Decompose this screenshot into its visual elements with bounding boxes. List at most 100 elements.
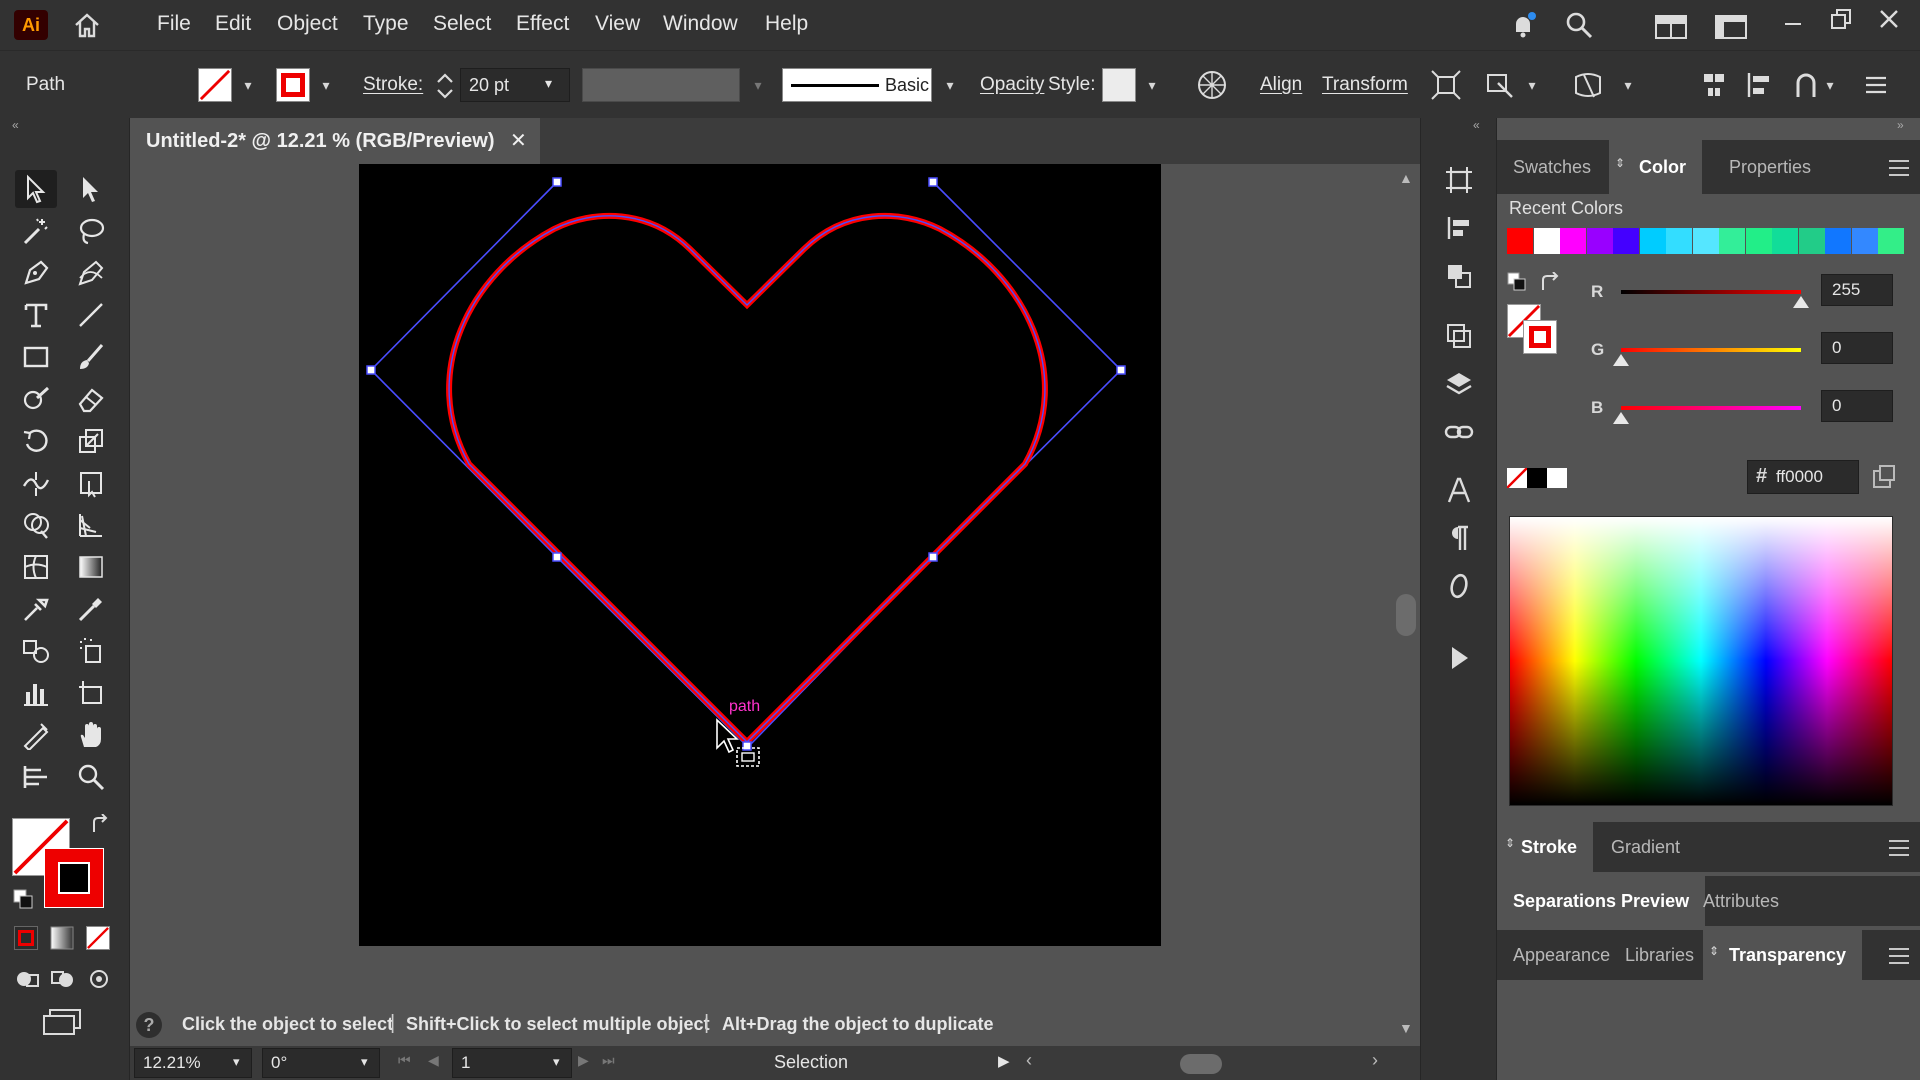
curvature-tool-icon[interactable] (70, 254, 112, 292)
select-similar-icon[interactable] (1430, 69, 1462, 101)
r-slider-thumb[interactable] (1793, 296, 1809, 308)
layers-panel-icon[interactable] (1434, 362, 1484, 406)
next-artboard-icon[interactable]: ▶ (578, 1052, 589, 1069)
align-objects-icon[interactable] (1698, 69, 1730, 101)
fill-swatch[interactable] (198, 68, 232, 102)
menu-view[interactable]: View (595, 0, 640, 50)
anchor-point[interactable] (552, 552, 562, 562)
recent-color-swatch[interactable] (1745, 228, 1772, 254)
tab-separations-preview[interactable]: Separations Preview (1497, 876, 1706, 926)
g-slider-thumb[interactable] (1613, 354, 1629, 366)
first-artboard-icon[interactable]: ⏮ (398, 1052, 411, 1069)
envelope-distort-icon[interactable] (1572, 69, 1604, 101)
panel-menu-icon[interactable] (1889, 948, 1909, 964)
black-swatch[interactable] (1527, 468, 1547, 488)
recolor-artwork-icon[interactable] (1196, 69, 1228, 101)
draw-inside-icon[interactable] (86, 968, 112, 990)
pathfinder-panel-icon[interactable] (1434, 254, 1484, 298)
stroke-stepper-icon[interactable] (432, 69, 458, 103)
isolate-object-icon[interactable] (1484, 69, 1516, 101)
recent-color-swatch[interactable] (1851, 228, 1878, 254)
column-graph-tool-icon[interactable] (15, 674, 57, 712)
status-menu-icon[interactable]: ▶ (998, 1052, 1010, 1070)
artboards-panel-icon[interactable] (1434, 158, 1484, 202)
panel-menu-icon[interactable] (1889, 840, 1909, 856)
tab-attributes[interactable]: Attributes (1687, 876, 1795, 926)
gradient-mode-icon[interactable] (50, 926, 74, 950)
artboard-tool-icon[interactable] (70, 674, 112, 712)
scroll-up-icon[interactable]: ▲ (1399, 170, 1413, 186)
tab-swatches[interactable]: Swatches (1497, 140, 1607, 194)
align-panel-icon[interactable] (1434, 206, 1484, 250)
hand-tool-icon[interactable] (70, 716, 112, 754)
graphic-style-swatch[interactable] (1102, 68, 1136, 102)
recent-color-swatch[interactable] (1639, 228, 1666, 254)
free-transform-tool-icon[interactable] (70, 464, 112, 502)
recent-color-swatch[interactable] (1692, 228, 1719, 254)
character-panel-icon[interactable] (1434, 468, 1484, 512)
default-fill-stroke-icon[interactable] (12, 888, 34, 910)
shape-builder-tool-icon[interactable] (15, 506, 57, 544)
recent-color-swatch[interactable] (1560, 228, 1586, 254)
chevron-down-icon[interactable]: ▾ (233, 1054, 240, 1070)
menu-window[interactable]: Window (663, 0, 738, 50)
swap-colors-icon[interactable] (1539, 271, 1561, 292)
panel-menu-icon[interactable] (1889, 160, 1909, 176)
color-mode-icon[interactable] (14, 926, 38, 950)
lasso-tool-icon[interactable] (70, 212, 112, 250)
b-value-input[interactable]: 0 (1821, 390, 1893, 422)
chevron-down-icon[interactable]: ▾ (940, 75, 960, 95)
g-slider-track[interactable] (1621, 348, 1801, 352)
stroke-label[interactable]: Stroke: (363, 51, 423, 119)
last-artboard-icon[interactable]: ⏭ (602, 1052, 615, 1069)
anchor-point[interactable] (552, 177, 562, 187)
chevron-down-icon[interactable]: ▾ (238, 75, 258, 95)
eraser-tool-icon[interactable] (70, 380, 112, 418)
help-icon[interactable]: ? (136, 1012, 162, 1038)
g-value-input[interactable]: 0 (1821, 332, 1893, 364)
transform-panel-icon[interactable] (1434, 314, 1484, 358)
b-slider-track[interactable] (1621, 406, 1801, 410)
arrange-documents-icon[interactable] (1714, 14, 1748, 40)
chevron-down-icon[interactable]: ▾ (1820, 75, 1840, 95)
swap-fill-stroke-icon[interactable] (88, 813, 112, 838)
perspective-grid-tool-icon[interactable] (70, 506, 112, 544)
none-mode-icon[interactable] (86, 926, 110, 950)
chevron-down-icon[interactable]: ▾ (316, 75, 336, 95)
paintbrush-tool-icon[interactable] (70, 338, 112, 376)
anchor-point[interactable] (366, 365, 376, 375)
scroll-right-icon[interactable]: › (1372, 1050, 1378, 1071)
menu-file[interactable]: File (157, 0, 191, 50)
chevron-down-icon[interactable]: ▾ (1618, 75, 1638, 95)
menu-type[interactable]: Type (363, 0, 409, 50)
brush-definition[interactable]: Basic (782, 68, 932, 102)
r-value-input[interactable]: 255 (1821, 274, 1893, 306)
color-stroke-proxy[interactable] (1523, 320, 1557, 354)
measure-tool-icon[interactable] (70, 590, 112, 628)
color-spectrum[interactable] (1509, 516, 1893, 806)
chevron-down-icon[interactable]: ▾ (553, 1054, 560, 1070)
distribute-objects-icon[interactable] (1744, 69, 1776, 101)
b-slider-thumb[interactable] (1613, 412, 1629, 424)
rectangle-tool-icon[interactable] (15, 338, 57, 376)
gradient-tool-icon[interactable] (70, 548, 112, 586)
scale-tool-icon[interactable] (70, 422, 112, 460)
stroke-swatch[interactable] (276, 68, 310, 102)
line-segment-tool-icon[interactable] (70, 296, 112, 334)
recent-color-swatch[interactable] (1507, 228, 1533, 254)
menu-effect[interactable]: Effect (516, 0, 569, 50)
tab-transparency[interactable]: Transparency (1703, 930, 1863, 980)
workspace-switcher-icon[interactable] (1654, 14, 1688, 40)
slice-tool-icon[interactable] (15, 716, 57, 754)
default-colors-icon[interactable] (1507, 272, 1527, 292)
menu-object[interactable]: Object (277, 0, 338, 50)
anchor-point[interactable] (928, 552, 938, 562)
stroke-weight-input[interactable]: 20 pt ▾ (460, 68, 570, 102)
close-tab-icon[interactable]: ✕ (510, 118, 527, 164)
collapse-dock-icon[interactable]: « (1473, 118, 1480, 132)
draw-behind-icon[interactable] (50, 968, 76, 990)
out-of-gamut-icon[interactable] (1871, 464, 1897, 490)
menu-edit[interactable]: Edit (215, 0, 251, 50)
type-tool-icon[interactable] (15, 296, 57, 334)
restore-window-icon[interactable] (1828, 6, 1854, 32)
